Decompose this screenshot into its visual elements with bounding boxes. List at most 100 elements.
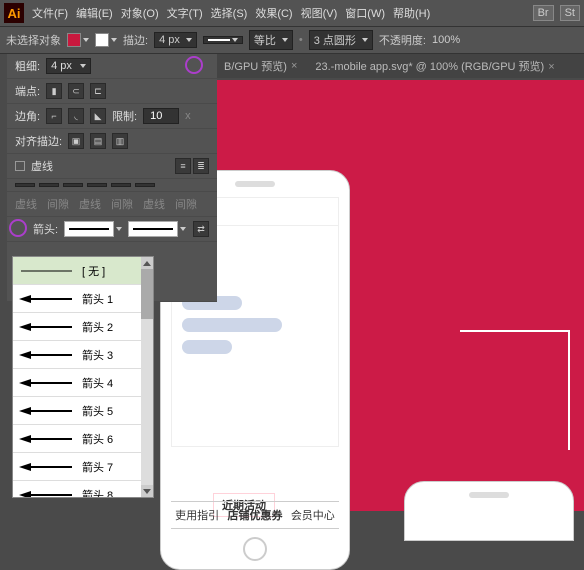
align-inside-button[interactable]: ▤ xyxy=(90,133,106,149)
align-outside-button[interactable]: ▥ xyxy=(112,133,128,149)
opacity-label: 不透明度: xyxy=(379,32,426,48)
gap-field[interactable] xyxy=(87,183,107,187)
arrowhead-option-label: 箭头 8 xyxy=(82,487,113,498)
arrow-icon xyxy=(19,350,74,360)
align-center-button[interactable]: ▣ xyxy=(68,133,84,149)
tab-1[interactable]: B/GPU 预览)× xyxy=(224,58,297,74)
cap-label: 端点: xyxy=(15,83,40,99)
menu-select[interactable]: 选择(S) xyxy=(211,5,248,21)
limit-label: 限制: xyxy=(112,108,137,124)
fill-swatch[interactable] xyxy=(67,33,89,47)
stroke-swatch[interactable] xyxy=(95,33,117,47)
arrowhead-option-label: 箭头 2 xyxy=(82,319,113,335)
menubar: Ai 文件(F) 编辑(E) 对象(O) 文字(T) 选择(S) 效果(C) 视… xyxy=(0,0,584,26)
miter-limit-field[interactable]: 10 xyxy=(143,108,179,124)
arrowhead-option[interactable]: 箭头 6 xyxy=(13,425,153,453)
arrowhead-option[interactable]: 箭头 5 xyxy=(13,397,153,425)
arrowhead-option-label: 箭头 3 xyxy=(82,347,113,363)
arrow-start-dropdown[interactable] xyxy=(64,221,122,237)
cap-square-button[interactable]: ⊏ xyxy=(90,83,106,99)
opacity-value[interactable]: 100% xyxy=(432,34,460,46)
menu-effect[interactable]: 效果(C) xyxy=(255,5,292,21)
nav-item: 店铺优惠券 xyxy=(227,507,282,523)
gap-field[interactable] xyxy=(39,183,59,187)
cap-butt-button[interactable]: ▮ xyxy=(46,83,62,99)
dash-field[interactable] xyxy=(111,183,131,187)
tab-2[interactable]: 23.-mobile app.svg* @ 100% (RGB/GPU 预览)× xyxy=(315,58,554,74)
home-button-icon xyxy=(243,537,267,561)
gap-field[interactable] xyxy=(135,183,155,187)
corner-bevel-button[interactable]: ◣ xyxy=(90,108,106,124)
arrowheads-label: 箭头: xyxy=(33,221,58,237)
profile-dropdown[interactable]: 3 点圆形 xyxy=(309,30,373,50)
arrowhead-option-label: 箭头 6 xyxy=(82,431,113,447)
fill-color-icon xyxy=(67,33,81,47)
swap-arrows-button[interactable]: ⇄ xyxy=(193,221,209,237)
arrowhead-option[interactable]: 箭头 4 xyxy=(13,369,153,397)
artboard-phone-2 xyxy=(404,481,574,541)
dash-align-button[interactable]: ≡ xyxy=(175,158,191,174)
arrowhead-dropdown-list: [ 无 ] 箭头 1 箭头 2 箭头 3 箭头 4 箭头 5 箭头 6 箭头 7 箭头 8 xyxy=(12,256,154,498)
menu-object[interactable]: 对象(O) xyxy=(121,5,159,21)
arrowhead-option-label: [ 无 ] xyxy=(82,263,105,279)
arrow-icon xyxy=(19,322,74,332)
nav-item: 吏用指引 xyxy=(175,507,219,523)
mock-bottom-nav: 吏用指引 店铺优惠券 会员中心 xyxy=(171,501,339,529)
arrow-icon xyxy=(19,406,74,416)
phone-speaker-icon xyxy=(469,492,509,498)
cap-round-button[interactable]: ⊂ xyxy=(68,83,84,99)
dash-align-corners-button[interactable]: ≣ xyxy=(193,158,209,174)
arrowhead-option[interactable]: 箭头 2 xyxy=(13,313,153,341)
selection-status: 未选择对象 xyxy=(6,32,61,48)
corner-round-button[interactable]: ◟ xyxy=(68,108,84,124)
arrowhead-option-label: 箭头 1 xyxy=(82,291,113,307)
arrowhead-option-label: 箭头 5 xyxy=(82,403,113,419)
dash-field[interactable] xyxy=(63,183,83,187)
arrowhead-option[interactable]: 箭头 8 xyxy=(13,481,153,497)
arrow-icon xyxy=(19,294,74,304)
menu-view[interactable]: 视图(V) xyxy=(301,5,338,21)
stroke-color-icon xyxy=(95,33,109,47)
menu-help[interactable]: 帮助(H) xyxy=(393,5,430,21)
line-icon xyxy=(19,266,74,276)
menu-window[interactable]: 窗口(W) xyxy=(345,5,385,21)
arrowhead-option[interactable]: 箭头 1 xyxy=(13,285,153,313)
menu-file[interactable]: 文件(F) xyxy=(32,5,68,21)
dashed-label: 虚线 xyxy=(31,158,53,174)
nav-item: 会员中心 xyxy=(291,507,335,523)
control-bar: 未选择对象 描边: 4 px 等比 • 3 点圆形 不透明度: 100% xyxy=(0,26,584,54)
align-stroke-label: 对齐描边: xyxy=(15,133,62,149)
canvas-area[interactable]: 近期活动 吏用指引 店铺优惠券 会员中心 xyxy=(160,80,584,511)
arrowhead-option[interactable]: 箭头 3 xyxy=(13,341,153,369)
brush-dropdown[interactable] xyxy=(203,36,243,44)
corner-miter-button[interactable]: ⌐ xyxy=(46,108,62,124)
weight-field[interactable]: 4 px xyxy=(46,58,91,74)
arrowhead-option-label: 箭头 4 xyxy=(82,375,113,391)
arrowhead-option[interactable]: [ 无 ] xyxy=(13,257,153,285)
weight-label: 粗细: xyxy=(15,58,40,74)
stroke-width-field[interactable]: 4 px xyxy=(154,32,197,48)
dash-field[interactable] xyxy=(15,183,35,187)
scroll-thumb[interactable] xyxy=(141,269,153,319)
menu-type[interactable]: 文字(T) xyxy=(167,5,203,21)
selection-bracket xyxy=(460,330,570,450)
width-profile-uniform[interactable]: 等比 xyxy=(249,30,293,50)
scrollbar[interactable] xyxy=(141,257,153,497)
arrow-icon xyxy=(19,378,74,388)
menu-edit[interactable]: 编辑(E) xyxy=(76,5,113,21)
highlight-marker-icon xyxy=(185,56,203,74)
stroke-label: 描边: xyxy=(123,32,148,48)
stock-button[interactable]: St xyxy=(560,5,580,21)
dashed-checkbox[interactable] xyxy=(15,161,25,171)
app-logo: Ai xyxy=(4,3,24,23)
bridge-button[interactable]: Br xyxy=(533,5,554,21)
arrow-icon xyxy=(19,490,74,498)
phone-speaker-icon xyxy=(235,181,275,187)
scroll-up-icon[interactable] xyxy=(141,257,153,269)
arrowhead-option[interactable]: 箭头 7 xyxy=(13,453,153,481)
arrow-end-dropdown[interactable] xyxy=(128,221,186,237)
close-icon[interactable]: × xyxy=(291,60,297,72)
close-icon[interactable]: × xyxy=(548,61,554,73)
arrow-icon xyxy=(19,462,74,472)
scroll-down-icon[interactable] xyxy=(141,485,153,497)
